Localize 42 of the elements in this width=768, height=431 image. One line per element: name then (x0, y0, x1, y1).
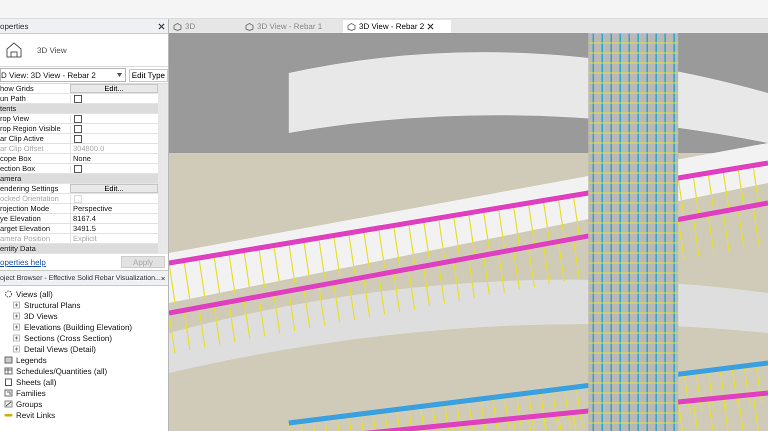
expand-icon[interactable] (12, 301, 21, 309)
cube-icon (347, 22, 356, 30)
tree-item[interactable]: Schedules/Quantities (all) (16, 366, 108, 376)
sheet-icon (4, 378, 13, 386)
tree-item[interactable]: Detail Views (Detail) (24, 344, 96, 354)
cube-icon (173, 22, 182, 30)
link-icon (4, 411, 13, 419)
schedule-icon (4, 367, 13, 375)
tree-item[interactable]: Families (16, 388, 46, 398)
tree-item[interactable]: Legends (16, 356, 47, 364)
checkbox[interactable] (74, 134, 82, 142)
expand-icon[interactable] (12, 345, 21, 353)
tree-item[interactable]: Groups (16, 400, 42, 408)
tree-item[interactable]: Structural Plans (24, 300, 80, 310)
checkbox[interactable] (74, 114, 82, 122)
checkbox[interactable] (74, 164, 82, 172)
cube-icon (245, 22, 254, 30)
close-icon[interactable] (427, 23, 434, 30)
expand-icon[interactable] (12, 323, 21, 331)
tree-item[interactable]: Sections (Cross Section) (24, 334, 112, 342)
tree-item[interactable]: Views (all) (16, 290, 53, 298)
expand-icon[interactable] (12, 312, 21, 320)
views-icon[interactable] (4, 290, 13, 298)
view-tab[interactable]: 3D View - Rebar 2 (343, 20, 451, 33)
view-selector[interactable]: D View: 3D View - Rebar 2 (0, 68, 126, 82)
properties-help-link[interactable]: operties help (0, 258, 46, 266)
close-icon[interactable] (158, 22, 165, 30)
close-icon[interactable] (160, 274, 165, 282)
tree-item[interactable]: Sheets (all) (16, 378, 56, 386)
group-icon (4, 400, 13, 408)
caret-icon (116, 73, 122, 77)
legend-icon (4, 356, 13, 364)
tree-item[interactable]: Revit Links (16, 410, 56, 420)
panel-title: operties (0, 22, 28, 30)
checkbox[interactable] (74, 94, 82, 102)
tree-item[interactable]: Elevations (Building Elevation) (24, 322, 132, 332)
family-icon (4, 389, 13, 397)
expand-icon[interactable] (12, 334, 21, 342)
tree-item[interactable]: 3D Views (24, 312, 58, 320)
type-name: 3D View (37, 46, 68, 54)
edit-type-button[interactable]: Edit Type (128, 68, 168, 82)
checkbox[interactable] (74, 124, 82, 132)
